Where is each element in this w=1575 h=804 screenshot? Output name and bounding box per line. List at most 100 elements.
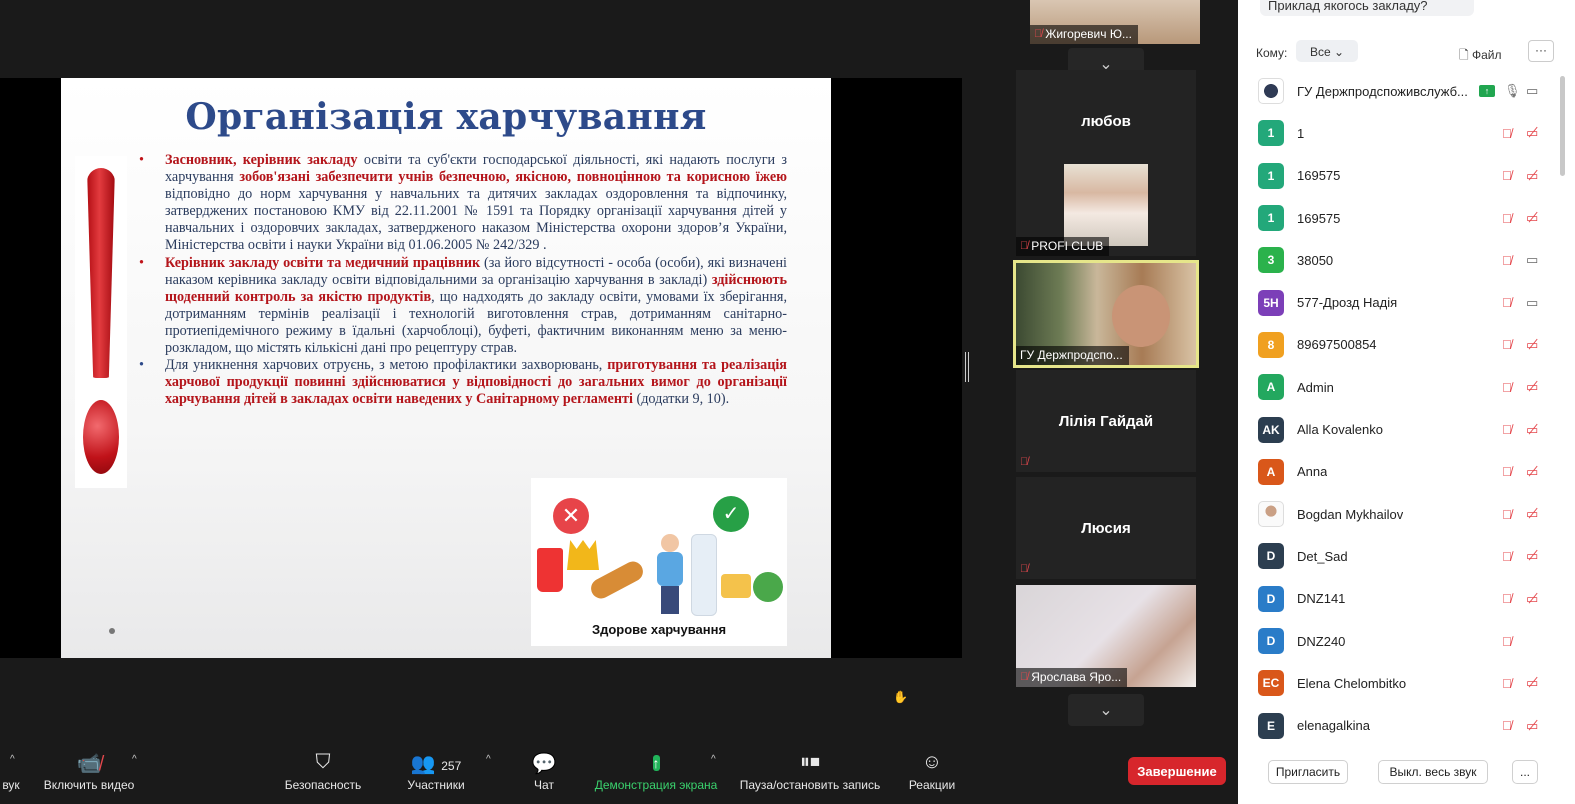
muted-mic-icon[interactable]: 🎙̸	[1502, 295, 1512, 310]
video-camera-icon[interactable]: ▭	[1526, 252, 1538, 268]
recipient-select[interactable]: Все ⌄	[1296, 40, 1358, 62]
file-button[interactable]: 🗋 Файл	[1459, 46, 1502, 67]
participants-count: 257	[441, 759, 462, 773]
participant-name: elenagalkina	[1297, 718, 1371, 734]
participant-name: Elena Chelombitko	[1297, 675, 1407, 691]
video-off-icon[interactable]: ▭̸	[1526, 422, 1538, 438]
participant-row[interactable]: ГУ Держпродспоживслужб... ↑ 🎙 ▭	[1238, 70, 1562, 112]
video-off-icon[interactable]: ▭̸	[1526, 464, 1538, 480]
video-options-caret[interactable]: ^	[132, 754, 137, 765]
muted-mic-icon[interactable]: 🎙̸	[1502, 718, 1512, 733]
video-off-icon[interactable]: ▭̸	[1526, 591, 1538, 607]
video-tile-active-speaker[interactable]: ГУ Держпродспо...	[1013, 260, 1199, 368]
video-tile-1[interactable]: 🎙̸ Жигоревич Ю...	[1030, 0, 1200, 44]
muted-mic-icon[interactable]: 🎙̸	[1502, 126, 1512, 141]
muted-mic-icon[interactable]: 🎙̸	[1502, 634, 1512, 649]
video-tile-7[interactable]: 🎙̸ Ярослава Яро...	[1016, 585, 1196, 687]
water-cooler-icon	[691, 534, 717, 616]
scroll-down-button[interactable]: ⌄	[1068, 694, 1144, 726]
chat-bubble-icon: 💬	[531, 753, 557, 775]
chat-button[interactable]: 💬 Чат	[524, 740, 564, 804]
end-meeting-button[interactable]: Завершение	[1128, 757, 1226, 785]
participant-row[interactable]: D Det_Sad 🎙̸ ▭̸	[1238, 535, 1562, 577]
video-off-icon[interactable]: ▭̸	[1526, 210, 1538, 226]
participant-row[interactable]: 1 169575 🎙̸ ▭̸	[1238, 197, 1562, 239]
muted-mic-icon[interactable]: 🎙̸	[1502, 549, 1512, 564]
video-off-icon[interactable]: ▭̸	[1526, 379, 1538, 395]
avatar: D	[1258, 628, 1284, 654]
audio-options-caret[interactable]: ^	[10, 754, 15, 765]
avatar: 5Н	[1258, 289, 1284, 316]
participant-video	[1064, 164, 1148, 246]
avatar: E	[1258, 712, 1284, 739]
muted-mic-icon: 🎙̸	[1020, 240, 1029, 252]
muted-mic-icon[interactable]: 🎙̸	[1502, 253, 1512, 268]
avatar: D	[1258, 585, 1284, 612]
participant-row[interactable]: 5Н 577-Дрозд Надія 🎙̸ ▭	[1238, 281, 1562, 323]
more-options-button[interactable]: ...	[1512, 760, 1538, 784]
participants-scrollbar[interactable]	[1558, 66, 1566, 732]
participant-row[interactable]: Bogdan Mykhailov 🎙̸ ▭̸	[1238, 493, 1562, 535]
broccoli-icon	[753, 572, 783, 602]
participant-row[interactable]: A Admin 🎙̸ ▭̸	[1238, 366, 1562, 408]
participant-row[interactable]: 1 169575 🎙̸ ▭̸	[1238, 155, 1562, 197]
muted-mic-icon: 🎙̸	[1034, 28, 1043, 40]
start-video-button[interactable]: 📹̸ Включить видео	[38, 740, 140, 804]
participants-button[interactable]: 👥 257 Участники	[400, 740, 472, 804]
muted-mic-icon[interactable]: 🎙̸	[1502, 591, 1512, 606]
chevron-down-icon: ⌄	[1334, 45, 1345, 59]
audio-button[interactable]: вук	[0, 740, 22, 804]
checkmark-icon: ✓	[713, 496, 749, 532]
muted-mic-icon: 🎙̸	[1020, 456, 1029, 468]
participant-row[interactable]: 3 38050 🎙̸ ▭	[1238, 239, 1562, 281]
invite-button[interactable]: Пригласить	[1268, 760, 1348, 784]
exclamation-mark-image	[75, 156, 127, 488]
muted-mic-icon[interactable]: 🎙̸	[1502, 211, 1512, 226]
participant-row[interactable]: EC Elena Chelombitko 🎙̸ ▭̸	[1238, 662, 1562, 704]
mic-icon[interactable]: 🎙	[1504, 83, 1521, 99]
video-off-icon[interactable]: ▭̸	[1526, 337, 1538, 353]
file-icon: 🗋	[1459, 48, 1469, 62]
share-options-caret[interactable]: ^	[711, 754, 716, 765]
chat-recipient-row: Кому: Все ⌄ 🗋 Файл ···	[1256, 40, 1556, 62]
participant-row[interactable]: AK Alla Kovalenko 🎙̸ ▭̸	[1238, 408, 1562, 450]
muted-mic-icon[interactable]: 🎙̸	[1502, 422, 1512, 437]
participant-row[interactable]: D DNZ240 🎙̸	[1238, 620, 1562, 662]
video-off-icon[interactable]: ▭̸	[1526, 168, 1538, 184]
participant-name: ГУ Держпродспоживслужб...	[1297, 83, 1468, 99]
reactions-button[interactable]: ☺ Реакции	[902, 740, 962, 804]
pause-stop-icon: ⏸⏹	[800, 751, 820, 773]
security-button[interactable]: ⛉ Безопасность	[280, 740, 366, 804]
video-tile-5[interactable]: Лілія Гайдай 🎙̸	[1016, 370, 1196, 472]
video-off-icon[interactable]: ▭̸	[1526, 718, 1538, 734]
video-tile-6[interactable]: Люсия 🎙̸	[1016, 477, 1196, 579]
video-camera-icon[interactable]: ▭	[1526, 295, 1538, 311]
chat-more-button[interactable]: ···	[1528, 40, 1554, 62]
participant-row[interactable]: Eelenagalkina 🎙̸ ▭̸	[1238, 704, 1562, 746]
video-camera-icon[interactable]: ▭	[1526, 83, 1538, 99]
participant-row[interactable]: 1 1 🎙̸ ▭̸	[1238, 112, 1562, 154]
muted-mic-icon[interactable]: 🎙̸	[1502, 507, 1512, 522]
share-screen-button[interactable]: ↑ Демонстрация экрана	[590, 740, 722, 804]
video-tile-3[interactable]: 🎙̸ PROFI CLUB	[1016, 154, 1196, 256]
muted-mic-icon[interactable]: 🎙̸	[1502, 168, 1512, 183]
slide-bullet-2: Керівник закладу освіти та медичний прац…	[137, 255, 787, 358]
participant-row[interactable]: 8 89697500854 🎙̸ ▭̸	[1238, 324, 1562, 366]
resize-handle[interactable]	[965, 352, 969, 382]
participants-options-caret[interactable]: ^	[486, 754, 491, 765]
participant-row[interactable]: D DNZ141 🎙̸ ▭̸	[1238, 578, 1562, 620]
participant-name: 38050	[1297, 252, 1334, 268]
muted-mic-icon[interactable]: 🎙̸	[1502, 676, 1512, 691]
mute-all-button[interactable]: Выкл. весь звук	[1378, 760, 1488, 784]
video-off-icon[interactable]: ▭̸	[1526, 675, 1538, 691]
pause-stop-recording-button[interactable]: ⏸⏹ Пауза/остановить запись	[734, 740, 886, 804]
muted-mic-icon: 🎙̸	[1020, 671, 1029, 683]
muted-mic-icon[interactable]: 🎙̸	[1502, 337, 1512, 352]
screen-share-icon: ↑	[1479, 85, 1495, 98]
video-off-icon[interactable]: ▭̸	[1526, 125, 1538, 141]
video-off-icon[interactable]: ▭̸	[1526, 548, 1538, 564]
video-off-icon[interactable]: ▭̸	[1526, 506, 1538, 522]
participant-row[interactable]: A Anna 🎙̸ ▭̸	[1238, 451, 1562, 493]
muted-mic-icon[interactable]: 🎙̸	[1502, 464, 1512, 479]
muted-mic-icon[interactable]: 🎙̸	[1502, 380, 1512, 395]
